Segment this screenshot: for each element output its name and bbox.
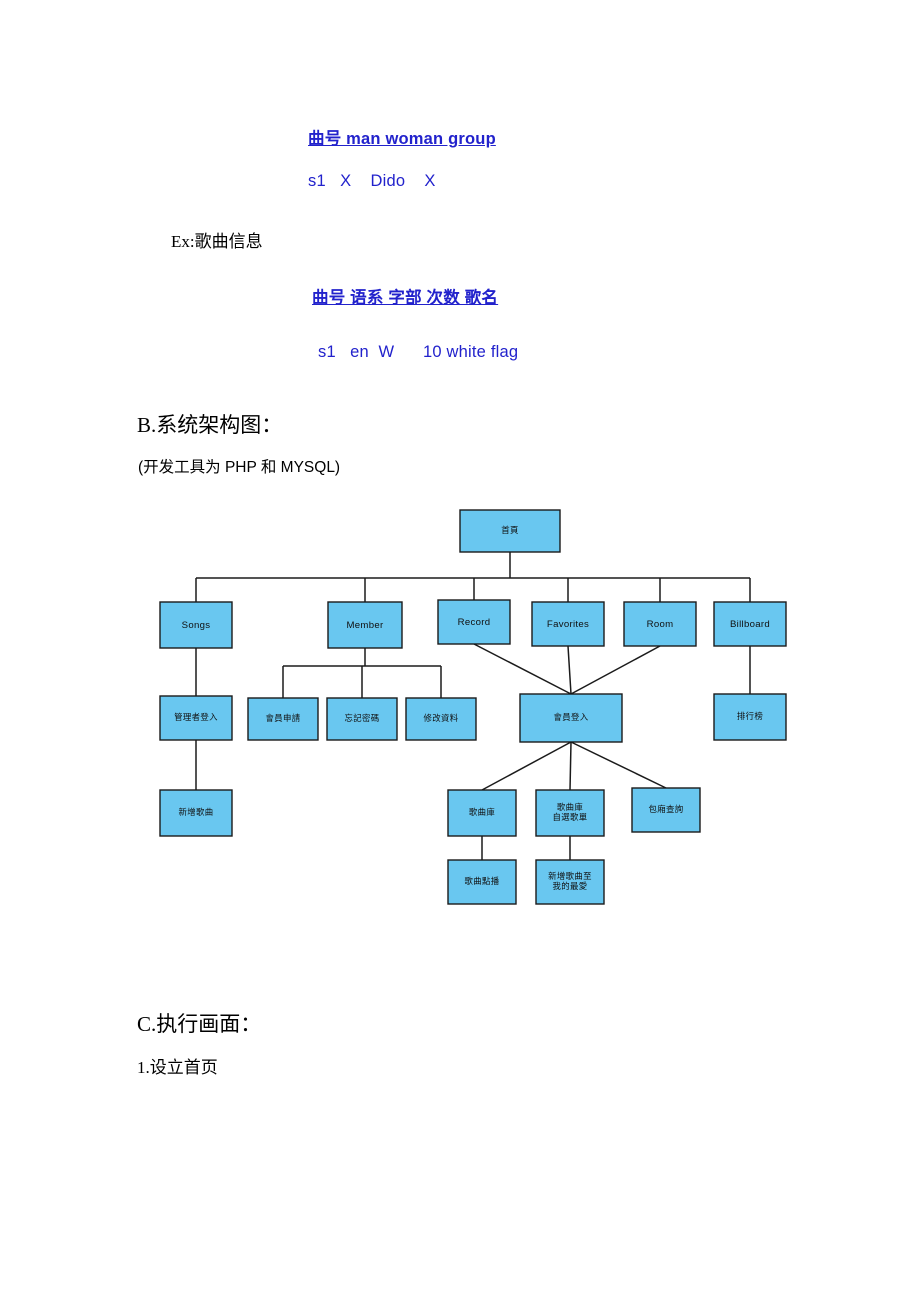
section-b-note-text: (开发工具为 PHP 和 MYSQL)	[138, 459, 341, 476]
diagram-node-label: 排行榜	[737, 711, 763, 721]
song-info-table-header: 曲号 语系 字部 次数 歌名	[312, 284, 498, 308]
diagram-node-edit-profile[interactable]: 修改資料	[405, 697, 477, 741]
document-page: 曲号 man woman group s1 X Dido X Ex:歌曲信息 曲…	[0, 0, 920, 1302]
edge-favorites-member-login	[567, 645, 572, 695]
section-b-heading-text: B.系统架构图：	[137, 413, 283, 437]
diagram-node-label: 新增歌曲至我的最愛	[548, 871, 592, 891]
edge-member-login-song-lib	[481, 741, 572, 791]
diagram-node-label: 修改資料	[423, 713, 458, 723]
singer-table-header: 曲号 man woman group	[308, 125, 496, 149]
song-info-table-row-text: s1 en W 10 white flag	[318, 343, 519, 361]
diagram-node-forgot-pass[interactable]: 忘記密碼	[326, 697, 398, 741]
diagram-node-label: 包廂查詢	[648, 804, 683, 814]
diagram-node-label: Songs	[182, 620, 211, 631]
edge-room-member-login	[570, 645, 661, 695]
diagram-node-member[interactable]: Member	[327, 601, 403, 649]
diagram-node-room-query[interactable]: 包廂查詢	[631, 787, 701, 833]
diagram-node-label: Record	[458, 617, 491, 628]
song-info-caption-text: Ex:歌曲信息	[171, 232, 263, 251]
edge-record-member-login	[473, 643, 572, 695]
diagram-node-ranking[interactable]: 排行榜	[713, 693, 787, 741]
singer-table-row-text: s1 X Dido X	[308, 172, 436, 190]
diagram-node-song-request[interactable]: 歌曲點播	[447, 859, 517, 905]
diagram-node-label: Member	[347, 620, 384, 631]
diagram-node-label: Billboard	[730, 619, 770, 630]
section-c-item-1: 1.设立首页	[137, 1053, 218, 1078]
diagram-canvas: 首頁 Songs Member Record Favorites Room Billboar…	[159, 509, 787, 905]
song-info-table-header-text: 曲号 语系 字部 次数 歌名	[312, 289, 499, 307]
diagram-node-label: 歌曲庫	[469, 807, 495, 817]
singer-table-row: s1 X Dido X	[308, 172, 436, 191]
diagram-node-label: Room	[647, 619, 674, 630]
diagram-node-song-lib-playlist[interactable]: 歌曲庫自選歌單	[535, 789, 605, 837]
diagram-node-record[interactable]: Record	[437, 599, 511, 645]
system-architecture-diagram: 首頁 Songs Member Record Favorites Room Billboar…	[140, 500, 800, 920]
diagram-node-label: 歌曲庫自選歌單	[552, 802, 587, 822]
diagram-node-label: 管理者登入	[174, 712, 218, 722]
song-info-caption: Ex:歌曲信息	[171, 227, 263, 252]
diagram-node-home[interactable]: 首頁	[459, 509, 561, 553]
section-b-note: (开发工具为 PHP 和 MYSQL)	[138, 455, 340, 477]
section-c-item-1-text: 1.设立首页	[137, 1058, 218, 1077]
diagram-node-member-apply[interactable]: 會員申請	[247, 697, 319, 741]
song-info-table-row: s1 en W 10 white flag	[318, 343, 518, 362]
edge-member-login-song-lib-playlist	[569, 741, 572, 791]
section-c-heading-text: C.执行画面：	[137, 1012, 262, 1036]
edge-member-login-room-query	[570, 741, 667, 789]
section-c-heading: C.执行画面：	[137, 1008, 261, 1038]
section-b-heading: B.系统架构图：	[137, 409, 282, 439]
diagram-node-label: 會員登入	[553, 712, 588, 722]
diagram-node-room[interactable]: Room	[623, 601, 697, 647]
diagram-node-label: 歌曲點播	[464, 876, 499, 886]
diagram-node-add-song[interactable]: 新增歌曲	[159, 789, 233, 837]
diagram-node-add-to-fav[interactable]: 新增歌曲至我的最愛	[535, 859, 605, 905]
diagram-node-member-login[interactable]: 會員登入	[519, 693, 623, 743]
diagram-node-label: 會員申請	[265, 713, 300, 723]
diagram-node-billboard[interactable]: Billboard	[713, 601, 787, 647]
diagram-node-admin-login[interactable]: 管理者登入	[159, 695, 233, 741]
diagram-node-label: 忘記密碼	[344, 713, 379, 723]
diagram-node-songs[interactable]: Songs	[159, 601, 233, 649]
diagram-node-label: Favorites	[547, 619, 589, 630]
diagram-node-song-lib[interactable]: 歌曲庫	[447, 789, 517, 837]
singer-table-header-text: 曲号 man woman group	[308, 130, 496, 148]
diagram-node-favorites[interactable]: Favorites	[531, 601, 605, 647]
diagram-node-label: 首頁	[501, 525, 519, 535]
diagram-node-label: 新增歌曲	[178, 807, 213, 817]
